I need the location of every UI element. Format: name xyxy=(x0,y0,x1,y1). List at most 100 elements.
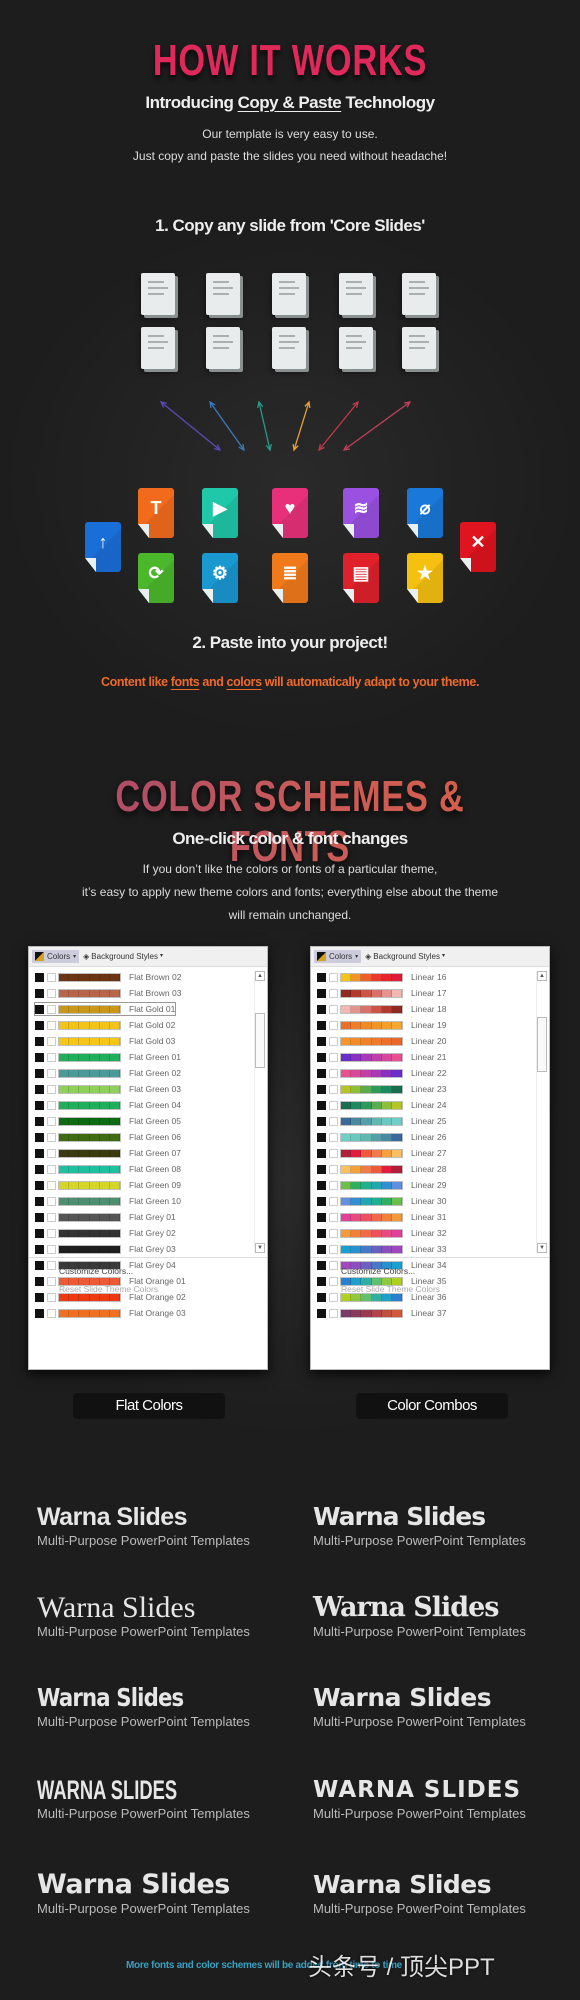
chevron-down-icon: ▾ xyxy=(160,953,164,959)
accent-swatches xyxy=(58,1004,121,1014)
color-scheme-option[interactable]: Flat Gold 02 xyxy=(35,1019,175,1031)
swatch xyxy=(89,1053,100,1061)
color-scheme-option[interactable]: Linear 19 xyxy=(317,1019,446,1031)
background-styles-button[interactable]: ◈ Background Styles ▾ xyxy=(83,952,163,961)
swatch xyxy=(69,1149,80,1157)
reset-theme-colors-link[interactable]: Reset Slide Theme Colors xyxy=(59,1284,267,1294)
swatch xyxy=(89,1293,100,1301)
color-scheme-option[interactable]: Flat Green 02 xyxy=(35,1067,181,1079)
scroll-down-button[interactable]: ▼ xyxy=(537,1243,547,1253)
color-scheme-option[interactable]: Flat Green 01 xyxy=(35,1051,181,1063)
scrollbar-thumb[interactable] xyxy=(255,1013,265,1068)
close-file-icon: ✕ xyxy=(460,522,496,572)
color-scheme-option[interactable]: Flat Green 03 xyxy=(35,1083,181,1095)
color-scheme-option[interactable]: Flat Orange 03 xyxy=(35,1307,186,1319)
dark-swatch xyxy=(317,1100,326,1110)
swatch xyxy=(361,1149,372,1157)
font-sample-subtitle: Multi-Purpose PowerPoint Templates xyxy=(37,1901,250,1916)
swatch xyxy=(391,1133,403,1141)
heart-file-icon: ♥ xyxy=(272,488,308,538)
font-sample-subtitle: Multi-Purpose PowerPoint Templates xyxy=(313,1901,526,1916)
color-scheme-option[interactable]: Flat Grey 03 xyxy=(35,1243,176,1255)
color-scheme-option[interactable]: Flat Grey 02 xyxy=(35,1227,176,1239)
accent-swatches xyxy=(340,1036,403,1046)
background-styles-button[interactable]: ◈ Background Styles ▾ xyxy=(365,952,445,961)
scrollbar-thumb[interactable] xyxy=(537,1017,547,1072)
light-swatch xyxy=(47,1180,56,1190)
dark-swatch xyxy=(35,1084,44,1094)
swatch xyxy=(79,1069,90,1077)
swatch xyxy=(69,989,80,997)
color-scheme-option[interactable]: Flat Brown 03 xyxy=(35,987,181,999)
color-scheme-option[interactable]: Linear 18 xyxy=(317,1003,446,1015)
scrollbar[interactable]: ▲ ▼ xyxy=(254,971,265,1253)
accent-swatches xyxy=(340,1084,403,1094)
color-scheme-option[interactable]: Linear 28 xyxy=(317,1163,446,1175)
color-scheme-option[interactable]: Flat Grey 01 xyxy=(35,1211,176,1223)
slide-document-icon xyxy=(141,327,175,369)
step-2-heading: 2. Paste into your project! xyxy=(192,633,388,652)
flat-colors-panel: Colors ▾ ◈ Background Styles ▾ Flat Brown 02 F… xyxy=(28,946,268,1370)
color-scheme-option[interactable]: Linear 30 xyxy=(317,1195,446,1207)
colors-dropdown-button[interactable]: Colors ▾ xyxy=(32,950,80,963)
document-icon: ≣ xyxy=(282,562,298,583)
swatch xyxy=(381,1293,392,1301)
text-line xyxy=(279,347,295,349)
text-line xyxy=(148,341,168,343)
color-scheme-option[interactable]: Flat Green 06 xyxy=(35,1131,181,1143)
scroll-up-button[interactable]: ▲ xyxy=(537,971,547,981)
color-scheme-option[interactable]: Linear 17 xyxy=(317,987,446,999)
light-swatch xyxy=(47,1036,56,1046)
double-arrow-icon xyxy=(258,401,271,451)
swatch xyxy=(371,1101,382,1109)
dark-swatch xyxy=(35,1244,44,1254)
color-scheme-option[interactable]: Linear 33 xyxy=(317,1243,446,1255)
color-scheme-option[interactable]: Linear 20 xyxy=(317,1035,446,1047)
swatch xyxy=(59,1005,70,1013)
light-swatch xyxy=(329,1196,338,1206)
color-scheme-option[interactable]: Flat Gold 03 xyxy=(35,1035,175,1047)
scheme-name: Flat Gold 02 xyxy=(129,1020,176,1030)
color-scheme-option[interactable]: Linear 32 xyxy=(317,1227,446,1239)
scroll-down-button[interactable]: ▼ xyxy=(255,1243,265,1253)
play-icon: ▶ xyxy=(213,497,227,518)
color-scheme-option[interactable]: Linear 25 xyxy=(317,1115,446,1127)
double-arrow-icon xyxy=(343,401,411,451)
color-scheme-option[interactable]: Flat Green 05 xyxy=(35,1115,181,1127)
colors-dropdown-button[interactable]: Colors ▾ xyxy=(314,950,362,963)
scrollbar[interactable]: ▲ ▼ xyxy=(536,971,547,1253)
reset-theme-colors-link[interactable]: Reset Slide Theme Colors xyxy=(341,1284,549,1294)
adapt-note: Content like fonts and colors will autom… xyxy=(0,675,580,689)
color-scheme-option[interactable]: Flat Gold 01 xyxy=(33,1002,177,1016)
color-scheme-option[interactable]: Flat Green 09 xyxy=(35,1179,181,1191)
text-icon: T xyxy=(150,497,162,518)
light-swatch xyxy=(329,988,338,998)
color-scheme-option[interactable]: Linear 22 xyxy=(317,1067,446,1079)
swatch xyxy=(59,1117,70,1125)
color-scheme-option[interactable]: Flat Green 10 xyxy=(35,1195,181,1207)
color-scheme-option[interactable]: Flat Green 04 xyxy=(35,1099,181,1111)
swatch xyxy=(361,1245,372,1253)
swatch xyxy=(89,1181,100,1189)
color-scheme-option[interactable]: Linear 16 xyxy=(317,971,446,983)
accent-swatches xyxy=(340,1308,403,1318)
color-scheme-option[interactable]: Linear 21 xyxy=(317,1051,446,1063)
color-scheme-option[interactable]: Linear 26 xyxy=(317,1131,446,1143)
swatch xyxy=(69,1309,80,1317)
color-scheme-option[interactable]: Linear 37 xyxy=(317,1307,446,1319)
scroll-up-button[interactable]: ▲ xyxy=(255,971,265,981)
color-scheme-option[interactable]: Linear 23 xyxy=(317,1083,446,1095)
color-scheme-option[interactable]: Linear 29 xyxy=(317,1179,446,1191)
color-scheme-option[interactable]: Linear 24 xyxy=(317,1099,446,1111)
customize-colors-link[interactable]: Customize Colors... xyxy=(59,1266,267,1276)
color-scheme-option[interactable]: Flat Green 08 xyxy=(35,1163,181,1175)
color-scheme-option[interactable]: Linear 31 xyxy=(317,1211,446,1223)
swatch xyxy=(351,1245,362,1253)
text-line xyxy=(213,287,233,289)
color-scheme-option[interactable]: Linear 27 xyxy=(317,1147,446,1159)
swatch xyxy=(89,1069,100,1077)
customize-colors-link[interactable]: Customize Colors... xyxy=(341,1266,549,1276)
color-scheme-option[interactable]: Flat Green 07 xyxy=(35,1147,181,1159)
scheme-name: Linear 21 xyxy=(411,1052,447,1062)
color-scheme-option[interactable]: Flat Brown 02 xyxy=(35,971,181,983)
